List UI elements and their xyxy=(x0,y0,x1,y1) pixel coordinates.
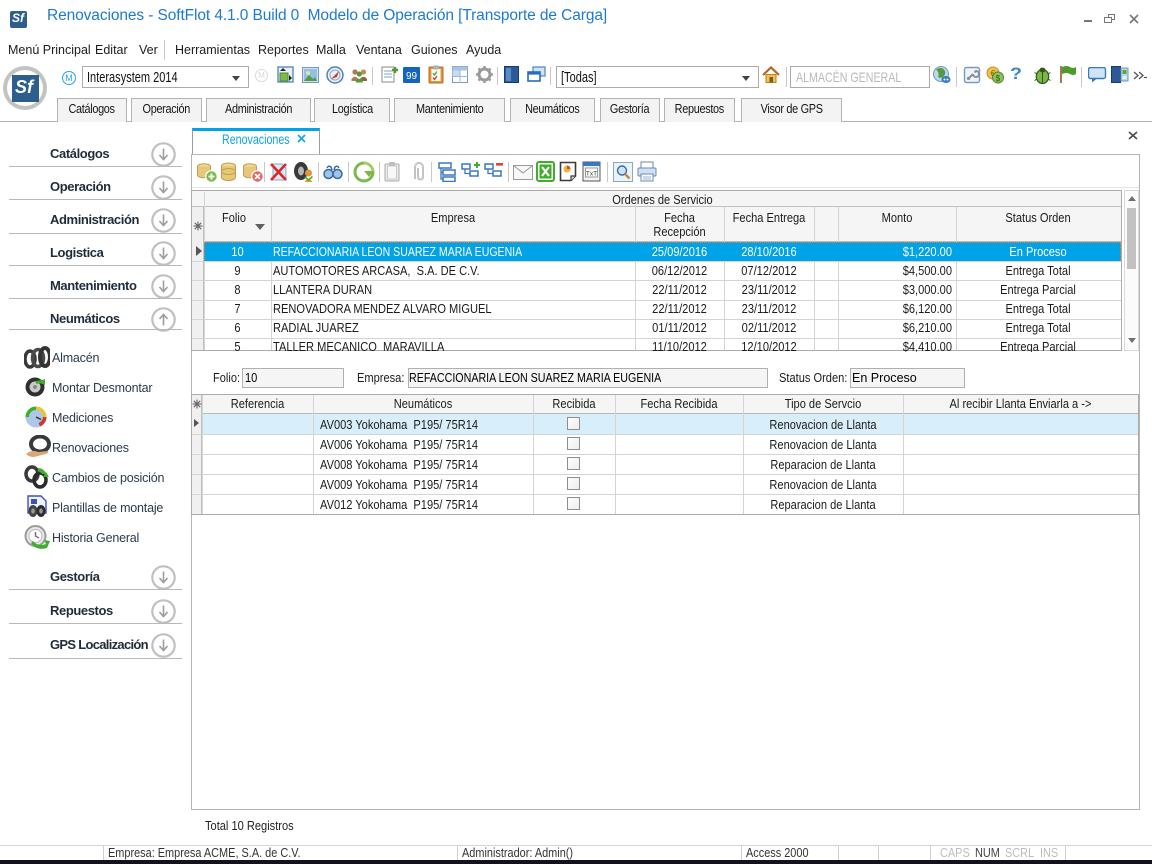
svg-text:99: 99 xyxy=(406,71,418,82)
svg-text:TxT: TxT xyxy=(586,171,597,178)
svg-text:$: $ xyxy=(996,74,1001,83)
